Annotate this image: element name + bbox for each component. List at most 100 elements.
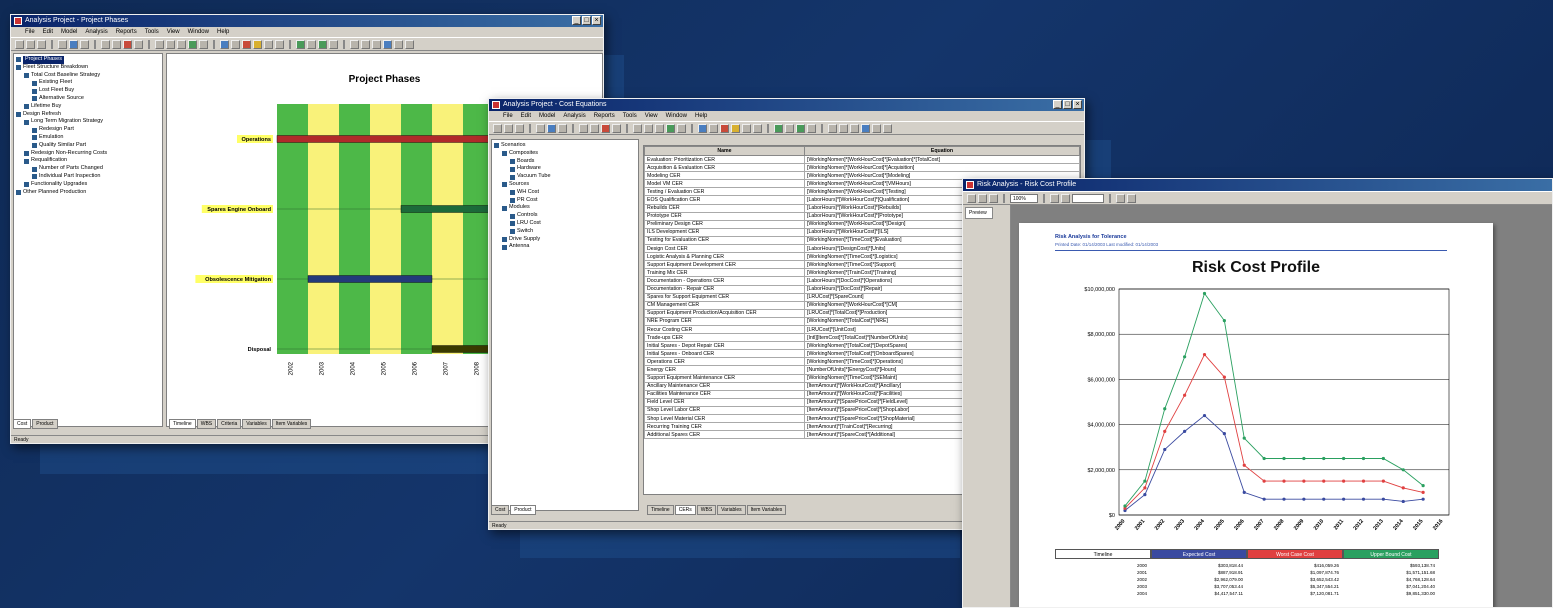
menu-item[interactable]: View bbox=[167, 27, 180, 37]
cer-name-cell[interactable]: Shop Level Material CER bbox=[644, 413, 805, 424]
toolbar-button[interactable] bbox=[166, 39, 175, 49]
toolbar-button[interactable] bbox=[15, 39, 24, 49]
page-number-field[interactable] bbox=[1072, 193, 1104, 203]
tree-item[interactable]: Project Phases bbox=[16, 56, 160, 64]
toolbar-button[interactable] bbox=[80, 39, 89, 49]
zoom-select[interactable]: 100% bbox=[1010, 193, 1038, 203]
cer-name-cell[interactable]: Initial Spares - Onboard CER bbox=[644, 349, 805, 359]
cer-name-cell[interactable]: Prototype CER bbox=[644, 211, 805, 221]
tree-item[interactable]: Individual Part Inspection bbox=[16, 173, 160, 181]
toolbar-button[interactable] bbox=[155, 39, 164, 49]
toolbar-button[interactable] bbox=[872, 123, 881, 133]
toolbar-button[interactable] bbox=[612, 123, 621, 133]
tree-panel[interactable]: Scenarios Composites Boards Hardware Vacuum … bbox=[491, 139, 639, 511]
toolbar-button[interactable] bbox=[731, 123, 740, 133]
menu-item[interactable]: Tools bbox=[623, 111, 637, 121]
toolbar-button[interactable] bbox=[493, 123, 502, 133]
toolbar-button[interactable] bbox=[307, 39, 316, 49]
toolbar-button[interactable] bbox=[883, 123, 892, 133]
cer-name-cell[interactable]: Training Mix CER bbox=[644, 268, 805, 278]
cer-name-cell[interactable]: Recur Costing CER bbox=[644, 324, 805, 335]
tree-item[interactable]: Sources bbox=[494, 181, 636, 189]
tree-item[interactable]: Total Cost Baseline Strategy bbox=[16, 72, 160, 80]
menu-item[interactable]: Help bbox=[217, 27, 229, 37]
menu-item[interactable]: Model bbox=[61, 27, 77, 37]
cer-name-cell[interactable]: Support Equipment Production/Acquisition… bbox=[644, 308, 805, 318]
cer-name-cell[interactable]: Logistic Analysis & Planning CER bbox=[644, 252, 805, 262]
phase-bar[interactable] bbox=[307, 275, 433, 283]
cer-name-cell[interactable]: CM Management CER bbox=[644, 300, 805, 310]
cer-name-cell[interactable]: Trade-ups CER bbox=[644, 333, 805, 343]
tab[interactable]: Timeline bbox=[647, 505, 674, 515]
toolbar-button[interactable] bbox=[590, 123, 599, 133]
toolbar-button[interactable] bbox=[579, 123, 588, 133]
maximize-button[interactable]: □ bbox=[582, 16, 591, 25]
toolbar-button[interactable] bbox=[633, 123, 642, 133]
search-button[interactable] bbox=[1116, 193, 1125, 203]
tree-item[interactable]: Modules bbox=[494, 204, 636, 212]
cer-name-cell[interactable]: Model VM CER bbox=[644, 179, 805, 189]
toolbar-button[interactable] bbox=[26, 39, 35, 49]
toolbar-button[interactable] bbox=[361, 39, 370, 49]
tree-item[interactable]: Drive Supply bbox=[494, 236, 636, 244]
cer-name-cell[interactable]: Energy CER bbox=[644, 365, 805, 375]
tree-panel[interactable]: Project Phases Fleet Structure Breakdown T… bbox=[13, 53, 163, 427]
cer-name-cell[interactable]: Design Cost CER bbox=[644, 244, 805, 254]
tree-item[interactable]: Redesign Non-Recurring Costs bbox=[16, 150, 160, 158]
preview-tab[interactable]: Preview bbox=[965, 207, 993, 219]
menu-item[interactable]: Window bbox=[666, 111, 687, 121]
toolbar-button[interactable] bbox=[742, 123, 751, 133]
cer-name-cell[interactable]: Operations CER bbox=[644, 357, 805, 367]
tab[interactable]: Cost bbox=[13, 419, 32, 429]
toolbar-button[interactable] bbox=[101, 39, 110, 49]
toolbar-button[interactable] bbox=[601, 123, 610, 133]
toolbar-button[interactable] bbox=[828, 123, 837, 133]
cer-name-cell[interactable]: Initial Spares - Depot Repair CER bbox=[644, 341, 805, 351]
column-header-name[interactable]: Name bbox=[644, 146, 805, 156]
cer-name-cell[interactable]: Rebuilds CER bbox=[644, 203, 805, 213]
column-header-equation[interactable]: Equation bbox=[804, 146, 1080, 156]
cer-name-cell[interactable]: NRE Program CER bbox=[644, 316, 805, 326]
tree-item[interactable]: Requalification bbox=[16, 157, 160, 165]
tree-item[interactable]: Composites bbox=[494, 150, 636, 158]
maximize-button[interactable]: □ bbox=[1063, 100, 1072, 109]
toolbar-button[interactable] bbox=[69, 39, 78, 49]
tab[interactable]: Cost bbox=[491, 505, 510, 515]
tree-item[interactable]: Lifetime Buy bbox=[16, 103, 160, 111]
print-button[interactable] bbox=[978, 193, 987, 203]
toolbar-button[interactable] bbox=[515, 123, 524, 133]
tab[interactable]: CERs bbox=[674, 505, 696, 515]
menu-item[interactable]: Reports bbox=[594, 111, 615, 121]
toolbar-button[interactable] bbox=[536, 123, 545, 133]
tree-item[interactable]: Hardware bbox=[494, 165, 636, 173]
cer-name-cell[interactable]: Spares for Support Equipment CER bbox=[644, 292, 805, 302]
tab[interactable]: Variables bbox=[717, 505, 746, 515]
title-bar[interactable]: Analysis Project - Project Phases _ □ × bbox=[11, 15, 603, 27]
close-button[interactable]: × bbox=[1073, 100, 1082, 109]
cer-equation-cell[interactable]: [WorkingNomen]*[WorkHourCost]*[Acquisiti… bbox=[804, 163, 1080, 173]
toolbar-button[interactable] bbox=[839, 123, 848, 133]
toolbar-button[interactable] bbox=[807, 123, 816, 133]
menu-item[interactable]: File bbox=[25, 27, 35, 37]
tab[interactable]: WBS bbox=[196, 419, 217, 429]
cer-name-cell[interactable]: Preliminary Design CER bbox=[644, 219, 805, 229]
prev-page-button[interactable] bbox=[1050, 193, 1059, 203]
toolbar-button[interactable] bbox=[123, 39, 132, 49]
tree-item[interactable]: Scenarios bbox=[494, 142, 636, 150]
cer-name-cell[interactable]: Modeling CER bbox=[644, 171, 805, 181]
toolbar-button[interactable] bbox=[177, 39, 186, 49]
toolbar-button[interactable] bbox=[112, 39, 121, 49]
cer-name-cell[interactable]: Testing / Evaluation CER bbox=[644, 187, 805, 197]
toolbar-button[interactable] bbox=[405, 39, 414, 49]
tree-item[interactable]: Functionality Upgrades bbox=[16, 181, 160, 189]
tree-item[interactable]: Fleet Structure Breakdown bbox=[16, 64, 160, 72]
toolbar-button[interactable] bbox=[264, 39, 273, 49]
next-page-button[interactable] bbox=[1061, 193, 1070, 203]
toolbar-button[interactable] bbox=[644, 123, 653, 133]
toolbar-button[interactable] bbox=[318, 39, 327, 49]
toolbar-button[interactable] bbox=[753, 123, 762, 133]
toolbar-button[interactable] bbox=[275, 39, 284, 49]
toolbar-button[interactable] bbox=[666, 123, 675, 133]
toolbar-button[interactable] bbox=[394, 39, 403, 49]
minimize-button[interactable]: _ bbox=[1053, 100, 1062, 109]
